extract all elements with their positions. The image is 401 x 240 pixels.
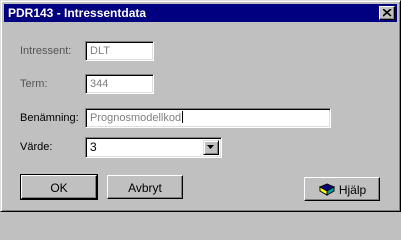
benamning-value: Prognosmodellkod: [90, 112, 182, 124]
varde-select[interactable]: 3: [85, 137, 222, 158]
close-icon: [383, 9, 392, 17]
cancel-button-label: Avbryt: [128, 180, 162, 195]
term-label: Term:: [20, 78, 48, 90]
cancel-button[interactable]: Avbryt: [107, 175, 183, 199]
help-book-icon: [318, 183, 335, 196]
chevron-down-icon: [207, 145, 214, 149]
varde-selected-value: 3: [90, 140, 97, 154]
intressent-field: DLT: [85, 41, 154, 61]
help-button[interactable]: Hjälp: [304, 177, 380, 201]
ok-button[interactable]: OK: [20, 174, 98, 200]
benamning-input[interactable]: Prognosmodellkod: [85, 108, 331, 128]
text-caret: [182, 111, 184, 123]
intressent-label: Intressent:: [20, 45, 72, 57]
window-title: PDR143 - Intressentdata: [8, 6, 147, 20]
close-button[interactable]: [379, 6, 395, 20]
varde-dropdown-button[interactable]: [203, 140, 219, 155]
dialog-window: PDR143 - Intressentdata Intressent: DLT …: [0, 0, 401, 212]
term-field: 344: [85, 74, 154, 94]
varde-label: Värde:: [20, 141, 53, 153]
title-bar: PDR143 - Intressentdata: [4, 4, 397, 22]
benamning-label: Benämning:: [20, 112, 79, 124]
help-button-label: Hjälp: [338, 182, 367, 197]
ok-button-label: OK: [50, 180, 68, 195]
